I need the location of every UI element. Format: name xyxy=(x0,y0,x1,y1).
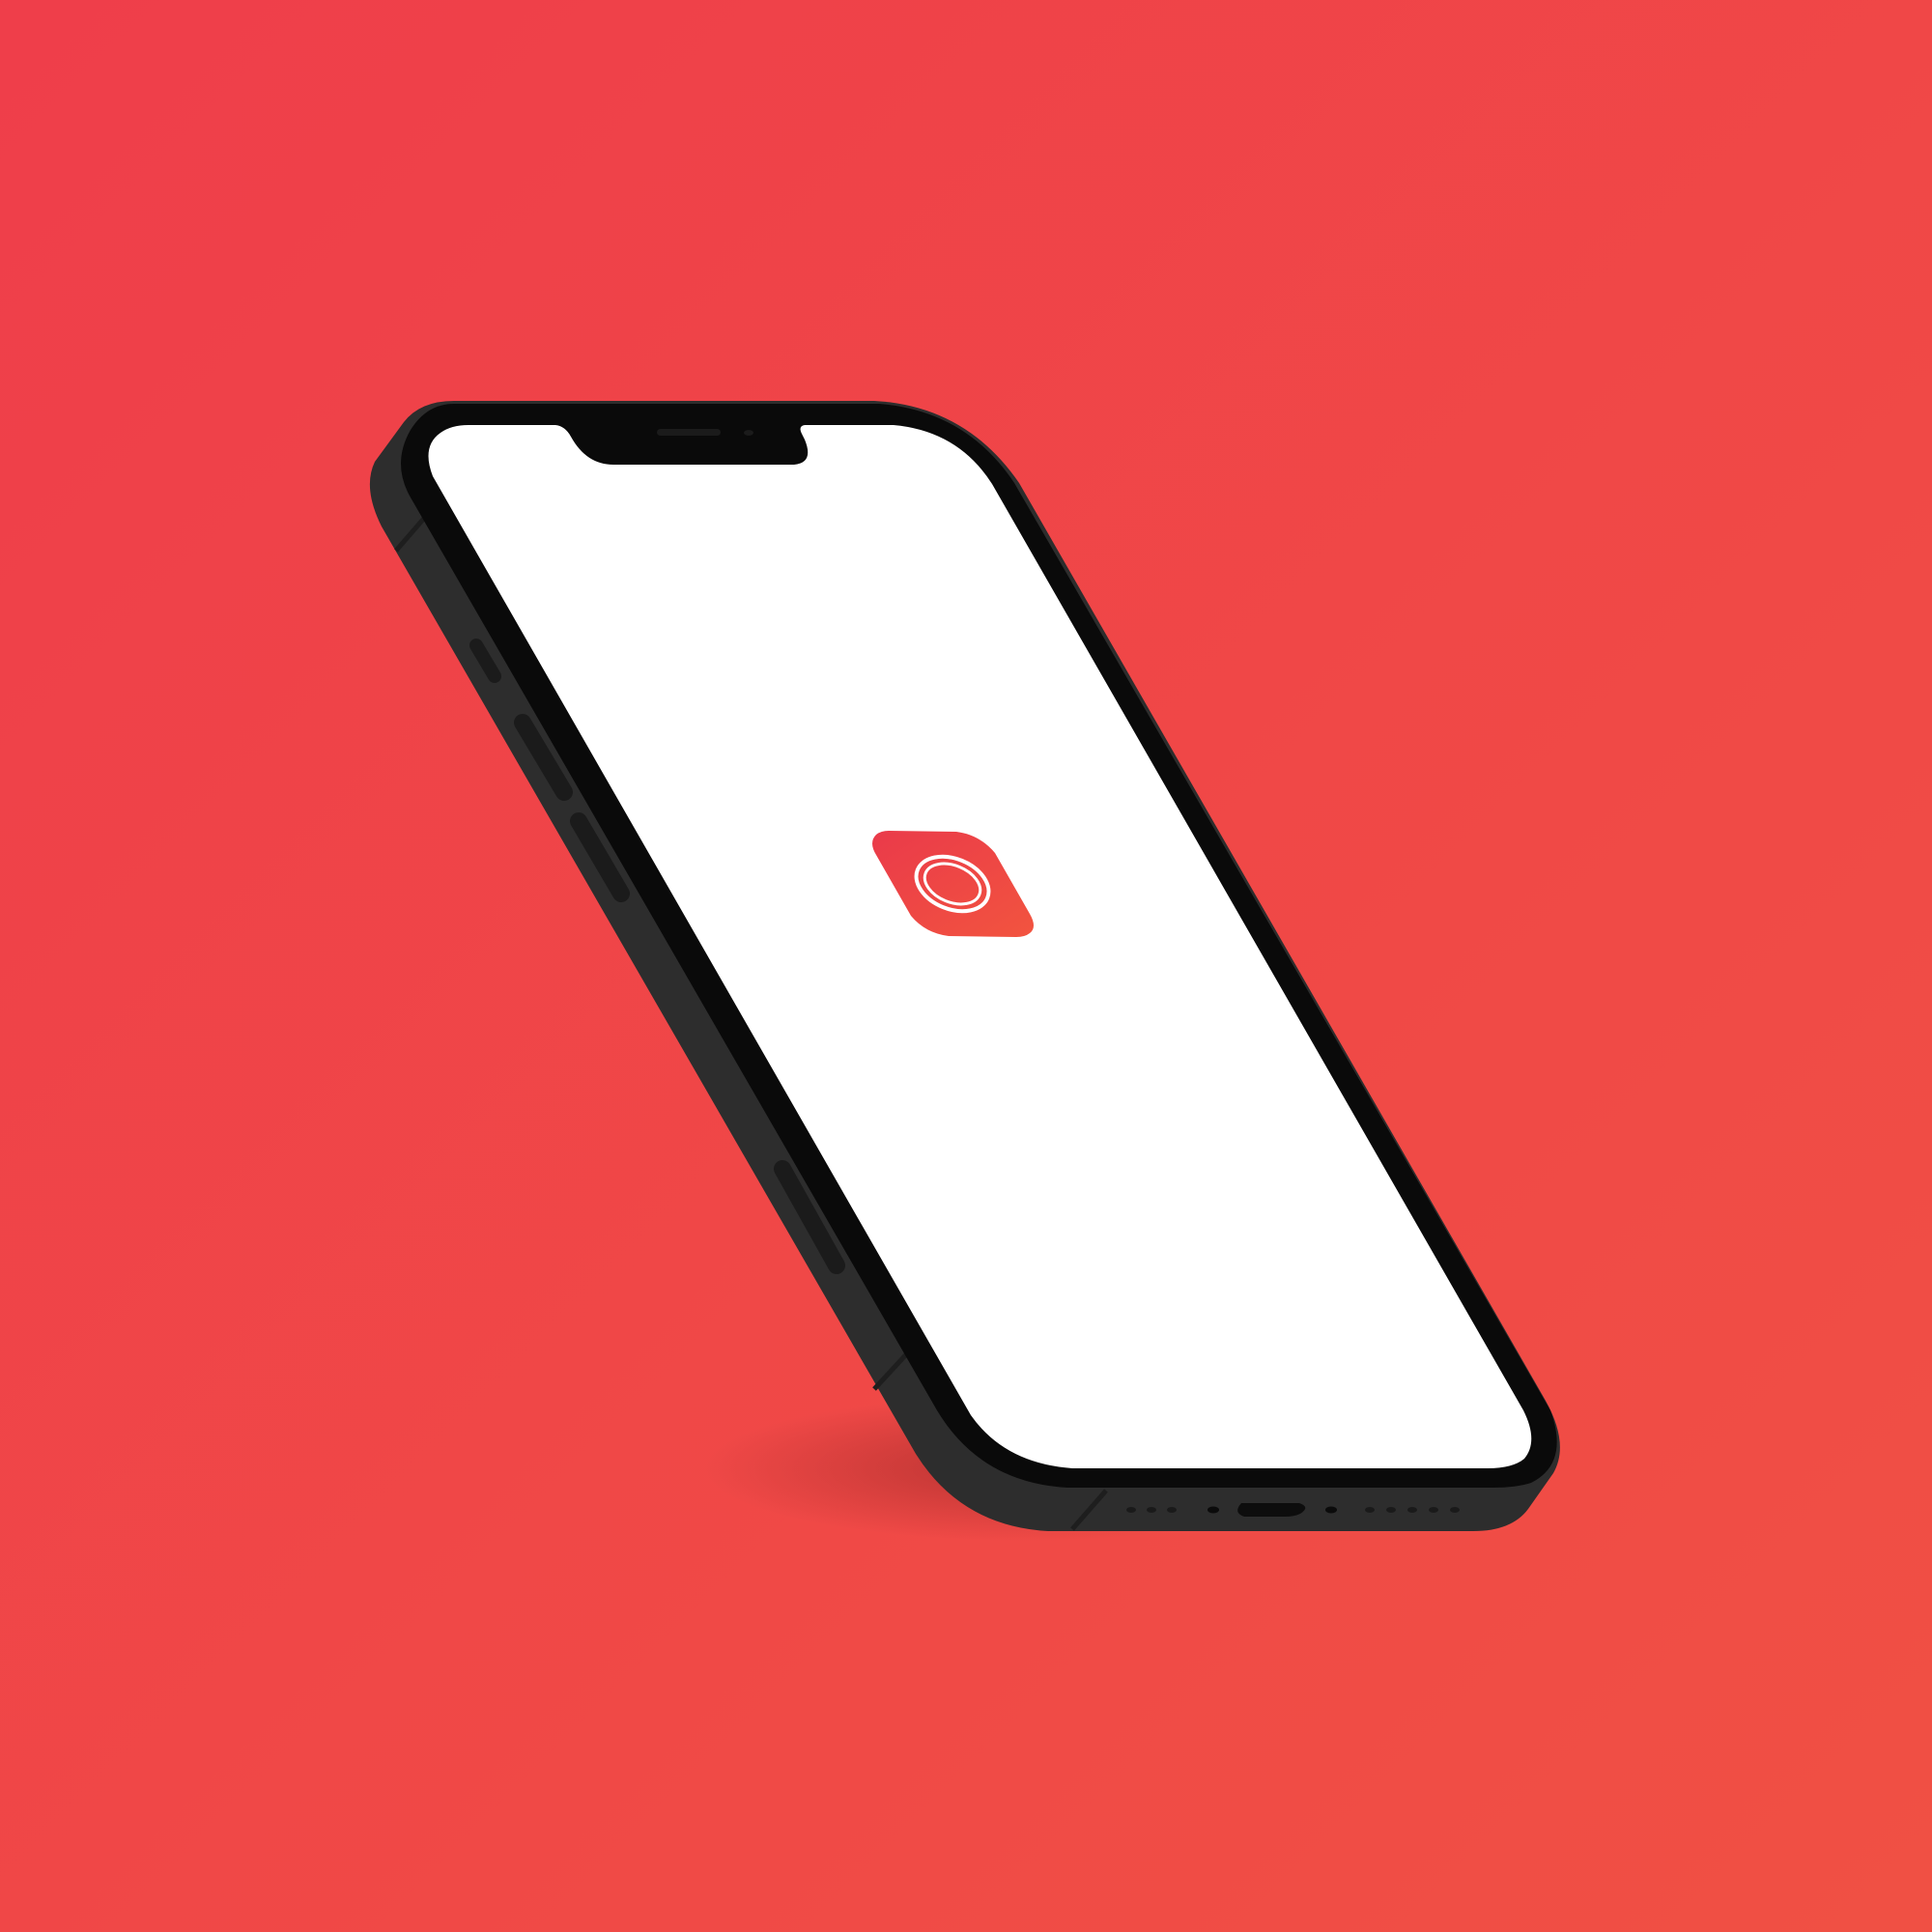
bottom-speaker-left xyxy=(1126,1507,1177,1513)
bottom-screw-right xyxy=(1325,1506,1337,1514)
mockup-scene xyxy=(0,0,1932,1932)
mockup-canvas xyxy=(0,0,1932,1932)
earpiece-speaker xyxy=(657,429,721,436)
charging-port[interactable] xyxy=(1237,1503,1306,1517)
bottom-screw-left xyxy=(1208,1506,1219,1514)
front-camera xyxy=(744,430,753,436)
